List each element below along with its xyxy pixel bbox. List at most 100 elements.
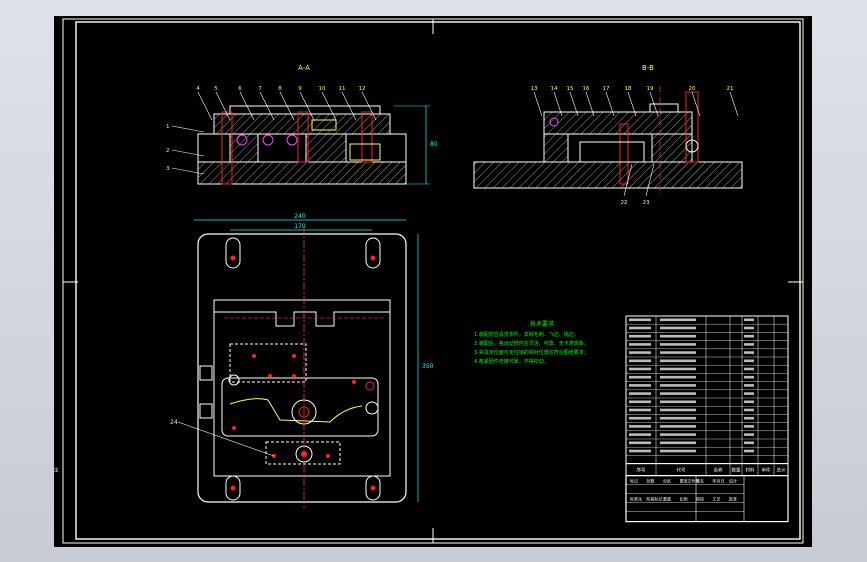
balloon-label: 21: [727, 86, 734, 92]
balloon-label: 20: [689, 86, 696, 92]
bom-cell-material: [744, 441, 754, 445]
hole-f: [352, 380, 356, 384]
support-block: [349, 143, 381, 161]
title-block-label: 处数: [647, 478, 655, 484]
locating-pin-c: [286, 134, 298, 146]
bom-cell-name: [660, 351, 696, 354]
bom-cell-material: [744, 367, 754, 371]
side-stud-upper: [199, 365, 213, 381]
balloon-label: 4: [196, 86, 200, 92]
bom-cell-name: [660, 326, 696, 330]
title-block-label: 年月日: [713, 478, 725, 484]
b-cavity: [579, 141, 645, 163]
hole-h: [326, 454, 330, 458]
bom-cell-name: [660, 400, 696, 404]
title-block-label: 设计: [729, 478, 737, 484]
bom-cell-name: [660, 359, 696, 363]
clamp-pin-right-top: [365, 381, 375, 391]
bom-cell-code: [629, 343, 651, 346]
hole-a: [252, 354, 256, 358]
balloon-label: 16: [583, 86, 590, 92]
bom-cell-name: [660, 416, 696, 420]
balloon-label: 23: [643, 200, 650, 206]
hole-e: [232, 426, 236, 430]
title-block-label: 重量: [663, 496, 671, 502]
bom-cell-code: [629, 449, 651, 453]
view-b-title: B-B: [642, 64, 654, 72]
bom-header-cell: 序号: [637, 467, 646, 474]
balloon-label: 12: [359, 86, 366, 92]
title-block-label: 工艺: [713, 497, 721, 502]
title-block-label: 阶段标记: [647, 496, 663, 502]
title-block-label: 分区: [663, 478, 671, 484]
slot-hole-4: [370, 485, 376, 491]
technical-notes: 技术要求 1.装配前应清洗零件，去除毛刺、飞边、锐边； 2.装配后，各运动部件应…: [474, 320, 589, 365]
title-block-label: 审核: [696, 496, 704, 502]
workpiece-profile: [229, 398, 363, 423]
plan-dim-width-text: 240: [294, 213, 306, 220]
balloon-label: 11: [339, 86, 346, 92]
side-stud-lower: [199, 403, 213, 419]
bom-cell-material: [744, 449, 754, 453]
bom-cell-code: [629, 384, 651, 387]
bom-cell-material: [744, 318, 754, 322]
leader-line: [691, 91, 701, 117]
slot-hole-2: [370, 255, 376, 261]
slot-hole-1: [230, 255, 236, 261]
bom-cell-material: [744, 351, 754, 354]
bom-cell-name: [660, 367, 696, 371]
bom-header-cell: 代号: [677, 467, 686, 474]
b-top-plate: [543, 111, 693, 135]
bom-cell-material: [744, 375, 754, 379]
bom-cell-code: [629, 416, 651, 420]
cad-drawing-canvas[interactable]: A-A 80 4 5 6 7 8 9 10 11 12 1 2 3 B-B 13…: [54, 16, 812, 547]
bom-header-cell: 名称: [714, 467, 723, 474]
hole-d: [292, 374, 296, 378]
fixture-body-hatch-right: [305, 133, 347, 163]
balloon-label: 2: [166, 148, 170, 154]
bom-cell-name: [660, 392, 696, 395]
leader-line: [171, 149, 205, 157]
bom-cell-code: [629, 433, 651, 436]
slot-top-right: [365, 237, 381, 269]
balloon-label: 9: [298, 86, 302, 92]
b-base-plate: [473, 161, 743, 189]
bom-cell-material: [744, 400, 754, 404]
bom-cell-code: [629, 334, 651, 338]
fixture-body: [197, 133, 407, 163]
balloon-label: 6: [238, 86, 242, 92]
bom-header-cell: 备注: [54, 467, 59, 474]
note-line-3: 3.夹具定位面与定位销的相对位置应符合图纸要求；: [474, 349, 589, 356]
title-block-label: 签名: [696, 478, 704, 484]
bom-cell-name: [660, 449, 696, 453]
bom-cell-material: [744, 392, 754, 395]
plan-leader-24: [177, 421, 275, 457]
drawing-svg: A-A 80 4 5 6 7 8 9 10 11 12123 B-B 13 14…: [54, 18, 804, 544]
bom-cell-name: [660, 425, 696, 428]
fixture-body-hatch-left: [229, 133, 259, 163]
bom-cell-material: [744, 326, 754, 330]
slot-hole-3: [230, 485, 236, 491]
balloon-label: 7: [258, 86, 262, 92]
bom-cell-material: [744, 433, 754, 436]
section-view-a[interactable]: A-A 80 4 5 6 7 8 9 10 11 12123: [166, 64, 438, 185]
bom-header-cell: 单件: [762, 467, 771, 474]
title-block[interactable]: 序号代号名称数量材料单件总计备注标记处数分区更改文件号签名年月日设计标准化阶段标…: [54, 315, 789, 523]
bom-cell-material: [744, 343, 754, 346]
bom-cell-code: [629, 359, 651, 363]
bom-cell-material: [744, 425, 754, 428]
bom-header-cell: 材料: [746, 467, 755, 474]
balloon-label: 10: [319, 86, 326, 92]
plan-view[interactable]: 240 170 350 24: [170, 213, 434, 508]
notes-title: 技术要求: [530, 320, 554, 328]
bom-cell-name: [660, 343, 696, 346]
section-view-b[interactable]: B-B 13 14 15 16 17 18 19 20 21 22 23: [473, 64, 743, 206]
base-plate: [197, 161, 407, 185]
bom-cell-name: [660, 433, 696, 436]
leader-line: [197, 91, 213, 121]
bom-cell-code: [629, 400, 651, 404]
title-block-label: 批准: [729, 496, 737, 502]
balloon-label: 3: [166, 166, 170, 172]
bom-header-cell: 总计: [777, 467, 786, 474]
bom-cell-name: [660, 408, 696, 412]
